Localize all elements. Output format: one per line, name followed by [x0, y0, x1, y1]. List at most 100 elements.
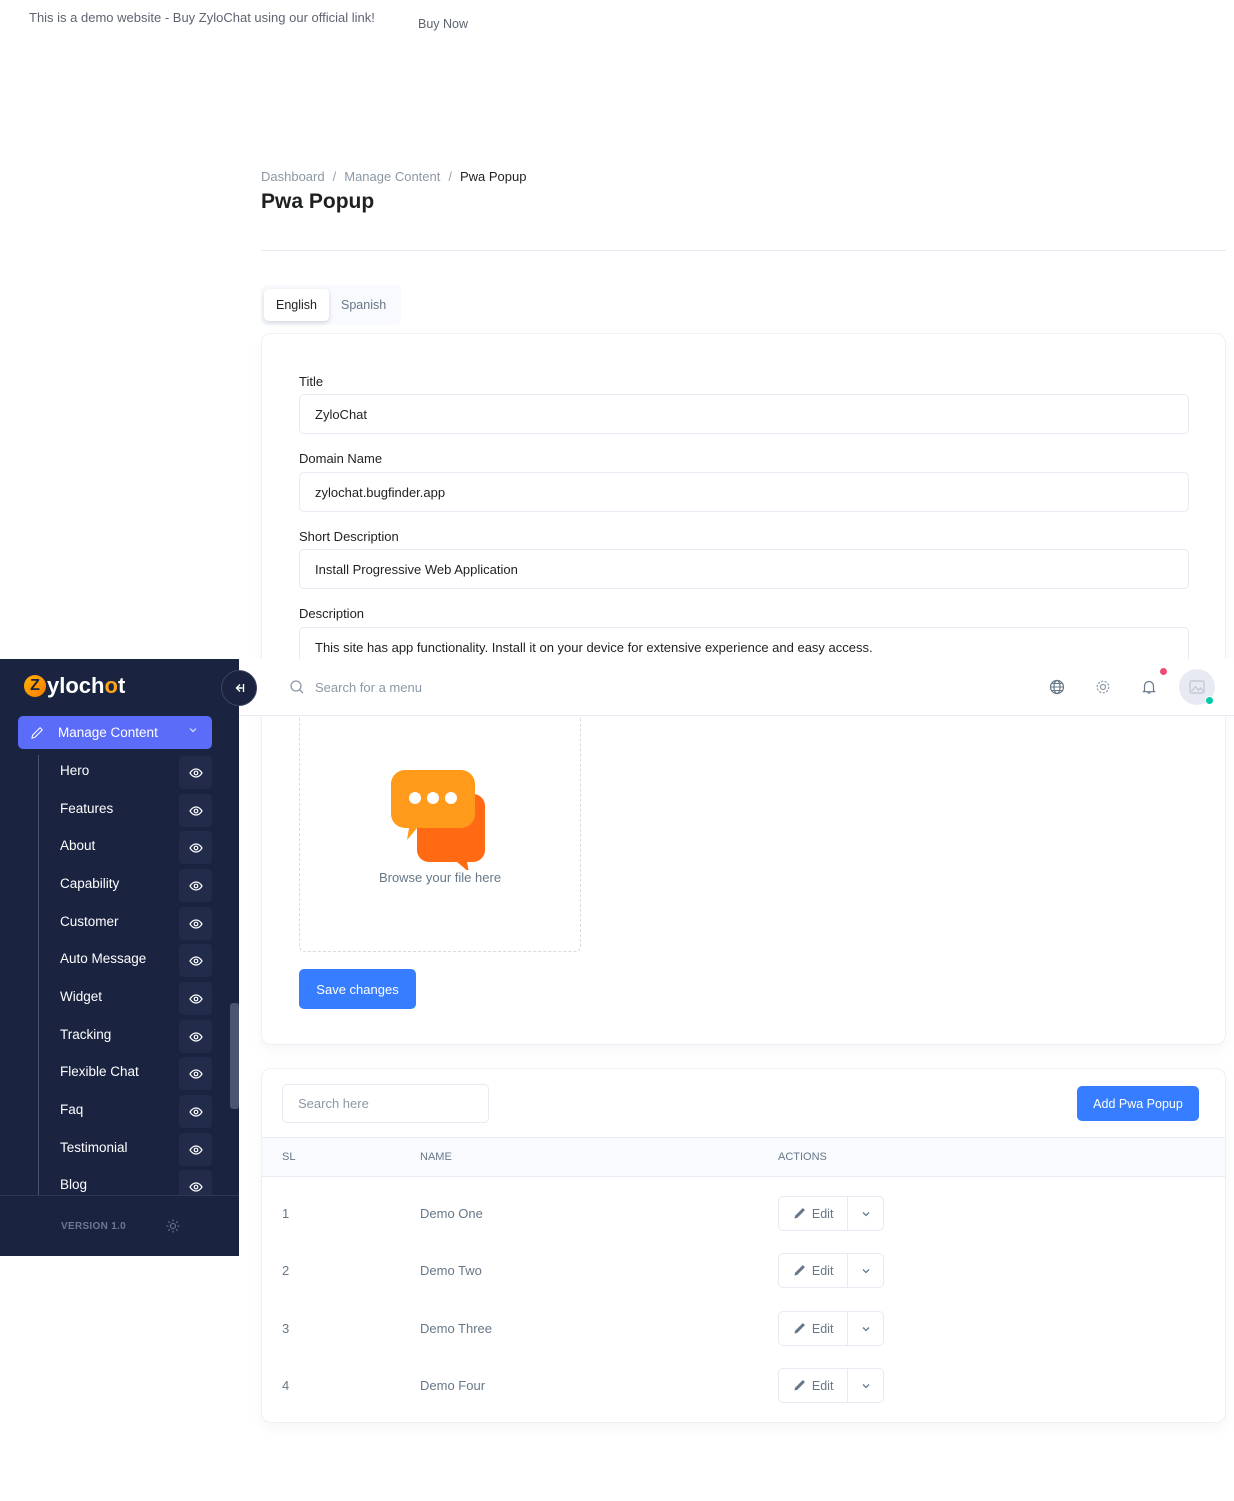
eye-icon[interactable] [179, 944, 212, 977]
row-menu-toggle[interactable] [848, 1197, 883, 1230]
row-menu-toggle[interactable] [848, 1254, 883, 1287]
row-actions: Edit [778, 1196, 884, 1231]
eye-icon[interactable] [179, 831, 212, 864]
row-name: Demo Three [420, 1321, 493, 1336]
domain-input[interactable] [299, 472, 1189, 512]
row-sl: 3 [282, 1321, 290, 1336]
collapse-arrow-icon [235, 684, 245, 692]
edit-label: Edit [811, 1206, 834, 1221]
sidebar-item-customer[interactable]: Customer [60, 907, 212, 940]
edit-label: Edit [811, 1321, 834, 1336]
table-row: 3 Demo Three Edit [262, 1301, 1225, 1358]
eye-icon[interactable] [179, 794, 212, 827]
menu-search-input[interactable] [315, 674, 615, 700]
breadcrumb-manage-content[interactable]: Manage Content [344, 169, 440, 184]
eye-icon[interactable] [179, 1095, 212, 1128]
sidebar-scrollbar[interactable] [230, 1003, 239, 1109]
pwa-popup-table-card: Add Pwa Popup SL NAME ACTIONS 1 Demo One… [261, 1068, 1226, 1423]
save-changes-button[interactable]: Save changes [299, 969, 416, 1009]
sidebar-item-label: Flexible Chat [60, 1064, 139, 1079]
table-row: 4 Demo Four Edit [262, 1358, 1225, 1415]
row-actions: Edit [778, 1311, 884, 1346]
search-icon [290, 680, 304, 694]
pencil-icon [31, 726, 43, 739]
sidebar-collapse-button[interactable] [221, 670, 257, 706]
short-description-input[interactable] [299, 549, 1189, 589]
table-search-input[interactable] [282, 1084, 489, 1123]
domain-label: Domain Name [299, 451, 383, 466]
zylochat-logo[interactable]: Zylo ch o t [24, 671, 125, 701]
language-tabs: English Spanish [261, 285, 401, 325]
row-sl: 4 [282, 1378, 290, 1393]
sidebar-item-flexible-chat[interactable]: Flexible Chat [60, 1057, 212, 1090]
tab-english[interactable]: English [264, 289, 329, 321]
row-menu-toggle[interactable] [848, 1369, 883, 1402]
sidebar-item-label: About [60, 838, 96, 853]
sidebar-item-about[interactable]: About [60, 831, 212, 864]
row-sl: 1 [282, 1206, 290, 1221]
edit-label: Edit [811, 1263, 834, 1278]
sidebar-item-label: Testimonial [60, 1140, 128, 1155]
sidebar-item-label: Manage Content [58, 725, 158, 740]
sidebar-item-label: Faq [60, 1102, 84, 1117]
column-name: NAME [420, 1151, 452, 1163]
pencil-icon [794, 1265, 805, 1276]
edit-button[interactable]: Edit [779, 1197, 849, 1230]
sidebar-item-hero[interactable]: Hero [60, 756, 212, 789]
sidebar-item-testimonial[interactable]: Testimonial [60, 1133, 212, 1166]
table-row: 1 Demo One Edit [262, 1186, 1225, 1243]
column-actions: ACTIONS [778, 1151, 827, 1163]
demo-banner-text: This is a demo website - Buy ZyloChat us… [29, 10, 375, 25]
chevron-down-icon [862, 1268, 870, 1273]
column-sl: SL [282, 1151, 296, 1163]
edit-button[interactable]: Edit [779, 1369, 849, 1402]
sidebar-item-label: Capability [60, 876, 120, 891]
row-name: Demo Four [420, 1378, 486, 1393]
bell-icon[interactable] [1140, 678, 1158, 696]
eye-icon[interactable] [179, 869, 212, 902]
sidebar-item-label: Hero [60, 763, 90, 778]
sidebar-item-label: Auto Message [60, 951, 147, 966]
edit-button[interactable]: Edit [779, 1312, 849, 1345]
sidebar-item-tracking[interactable]: Tracking [60, 1020, 212, 1053]
breadcrumb-dashboard[interactable]: Dashboard [261, 169, 325, 184]
edit-button[interactable]: Edit [779, 1254, 849, 1287]
description-label: Description [299, 606, 365, 621]
sidebar-item-manage-content[interactable]: Manage Content [18, 716, 212, 749]
breadcrumb-current: Pwa Popup [459, 169, 527, 184]
pencil-icon [794, 1380, 805, 1391]
tab-spanish[interactable]: Spanish [329, 289, 398, 321]
row-menu-toggle[interactable] [848, 1312, 883, 1345]
eye-icon[interactable] [179, 982, 212, 1015]
sidebar-item-label: Widget [60, 989, 103, 1004]
version-label: VERSION 1.0 [61, 1221, 126, 1232]
upload-hint: Browse your file here [378, 870, 502, 885]
sidebar-item-label: Features [60, 801, 114, 816]
sidebar-item-features[interactable]: Features [60, 794, 212, 827]
sidebar-item-widget[interactable]: Widget [60, 982, 212, 1015]
pencil-icon [794, 1323, 805, 1334]
eye-icon[interactable] [179, 907, 212, 940]
notification-badge [1160, 668, 1167, 675]
title-input[interactable] [299, 394, 1189, 434]
eye-icon[interactable] [179, 1020, 212, 1053]
sidebar-item-faq[interactable]: Faq [60, 1095, 212, 1128]
sun-icon[interactable] [166, 1219, 180, 1233]
sidebar-item-auto-message[interactable]: Auto Message [60, 944, 212, 977]
eye-icon[interactable] [179, 1057, 212, 1090]
sidebar-footer: VERSION 1.0 [0, 1195, 239, 1256]
chevron-down-icon [862, 1326, 870, 1331]
eye-icon[interactable] [179, 756, 212, 789]
table-row: 2 Demo Two Edit [262, 1243, 1225, 1300]
gear-icon[interactable] [1094, 678, 1112, 696]
add-pwa-popup-button[interactable]: Add Pwa Popup [1077, 1086, 1199, 1121]
chevron-down-icon [862, 1383, 870, 1388]
chat-bubbles-icon [391, 770, 485, 870]
row-sl: 2 [282, 1263, 290, 1278]
sidebar-item-capability[interactable]: Capability [60, 869, 212, 902]
buy-now-link[interactable]: Buy Now [418, 17, 468, 31]
breadcrumb-separator: / [332, 169, 337, 184]
globe-icon[interactable] [1048, 678, 1066, 696]
eye-icon[interactable] [179, 1133, 212, 1166]
sidebar: Zylo ch o t Manage Content Hero Features Ab… [0, 659, 257, 1256]
